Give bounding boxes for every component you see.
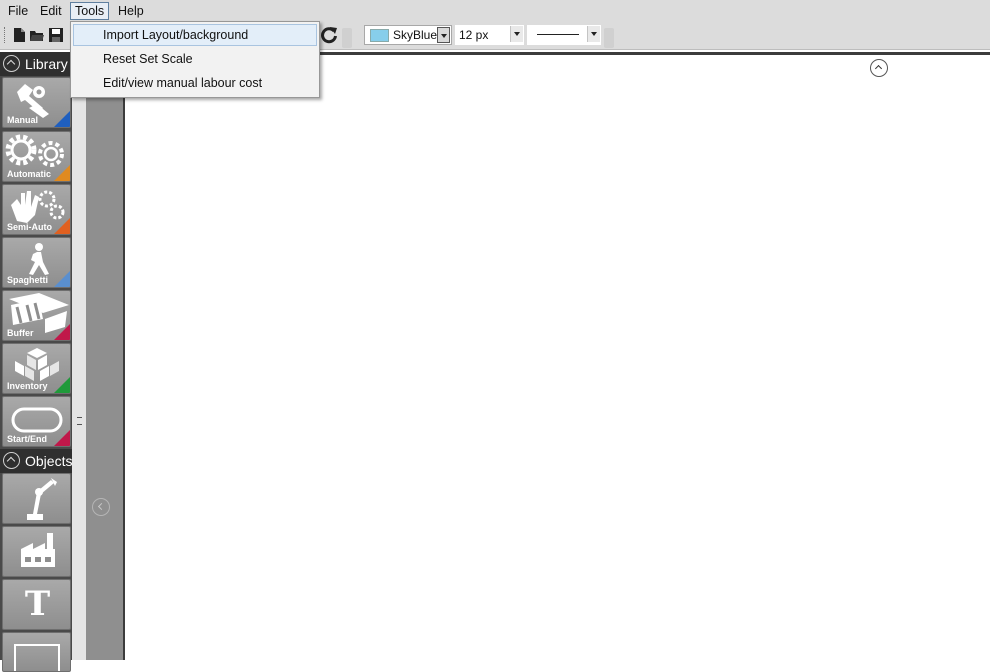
menu-item-edit-labour-cost[interactable]: Edit/view manual labour cost — [73, 72, 317, 94]
objects-header[interactable]: Objects — [0, 449, 72, 473]
tile-label: Buffer — [7, 328, 34, 338]
line-style-preview — [537, 34, 579, 35]
chevron-up-icon — [874, 64, 883, 73]
library-tile-spaghetti[interactable]: Spaghetti — [2, 237, 71, 288]
object-tile-factory[interactable] — [2, 526, 71, 577]
chevron-left-icon — [97, 502, 106, 511]
tile-label: Start/End — [7, 434, 48, 444]
library-tile-start-end[interactable]: Start/End — [2, 396, 71, 447]
menu-item-import-layout[interactable]: Import Layout/background — [73, 24, 317, 46]
toolbar-overflow-icon[interactable] — [342, 28, 352, 48]
menu-edit[interactable]: Edit — [36, 2, 66, 20]
properties-splitter[interactable] — [86, 52, 124, 660]
library-tile-semi-auto[interactable]: Semi-Auto — [2, 184, 71, 235]
factory-icon — [21, 533, 55, 567]
color-swatch — [370, 29, 389, 42]
tile-corner-flag — [54, 271, 70, 287]
text-icon: T — [24, 584, 51, 624]
chevron-down-icon[interactable] — [587, 26, 600, 42]
menu-bar: File Edit Tools Help — [0, 0, 990, 22]
object-tile-text[interactable]: T — [2, 579, 71, 630]
line-style-select[interactable] — [527, 25, 601, 45]
library-tile-buffer[interactable]: Buffer — [2, 290, 71, 341]
color-select[interactable]: SkyBlue — [364, 25, 452, 45]
tile-label: Automatic — [7, 169, 52, 179]
library-tile-manual[interactable]: Manual — [2, 77, 71, 128]
menu-item-reset-set-scale[interactable]: Reset Set Scale — [73, 48, 317, 70]
panel-gutter — [72, 52, 86, 660]
menu-help[interactable]: Help — [114, 2, 148, 20]
color-select-value: SkyBlue — [393, 28, 438, 42]
collapse-library-icon[interactable] — [3, 55, 20, 72]
collapse-toolbar-button[interactable] — [870, 59, 888, 77]
size-select-value: 12 px — [459, 28, 489, 42]
rectangle-icon — [14, 644, 60, 671]
tile-label: Manual — [7, 115, 39, 125]
library-tile-automatic[interactable]: Automatic — [2, 131, 71, 182]
tile-label: Inventory — [7, 381, 48, 391]
menu-file[interactable]: File — [4, 2, 32, 20]
size-select[interactable]: 12 px — [455, 25, 524, 45]
tile-corner-flag — [54, 111, 70, 127]
save-icon[interactable] — [48, 27, 64, 43]
gutter-grip[interactable] — [77, 417, 82, 425]
tile-corner-flag — [54, 324, 70, 340]
library-header[interactable]: Library — [0, 52, 72, 76]
object-tile-robot[interactable] — [2, 473, 71, 524]
open-folder-icon[interactable] — [29, 27, 45, 43]
robot-arm-icon — [27, 478, 57, 520]
tile-corner-flag — [54, 377, 70, 393]
chevron-down-icon[interactable] — [510, 26, 523, 42]
library-panel: Library Manual Automatic Semi-Auto Spagh… — [0, 52, 72, 672]
tile-corner-flag — [54, 430, 70, 446]
new-file-icon[interactable] — [11, 27, 27, 43]
toolbar-overflow-icon[interactable] — [604, 28, 614, 48]
tile-label: Semi-Auto — [7, 222, 52, 232]
tools-menu-dropdown: Import Layout/background Reset Set Scale… — [70, 21, 320, 98]
collapse-objects-icon[interactable] — [3, 452, 20, 469]
tile-corner-flag — [54, 165, 70, 181]
tile-label: Spaghetti — [7, 275, 49, 285]
drawing-canvas[interactable] — [125, 52, 990, 660]
redo-icon[interactable] — [320, 26, 338, 44]
menu-tools[interactable]: Tools — [70, 2, 110, 20]
library-tile-inventory[interactable]: Inventory — [2, 343, 71, 394]
toolbar-grip — [4, 27, 7, 43]
chevron-down-icon[interactable] — [437, 27, 450, 43]
tile-corner-flag — [54, 218, 70, 234]
collapse-left-button[interactable] — [92, 498, 110, 516]
objects-title: Objects — [25, 453, 73, 469]
object-tile-rectangle[interactable] — [2, 632, 71, 672]
library-title: Library — [25, 56, 68, 72]
